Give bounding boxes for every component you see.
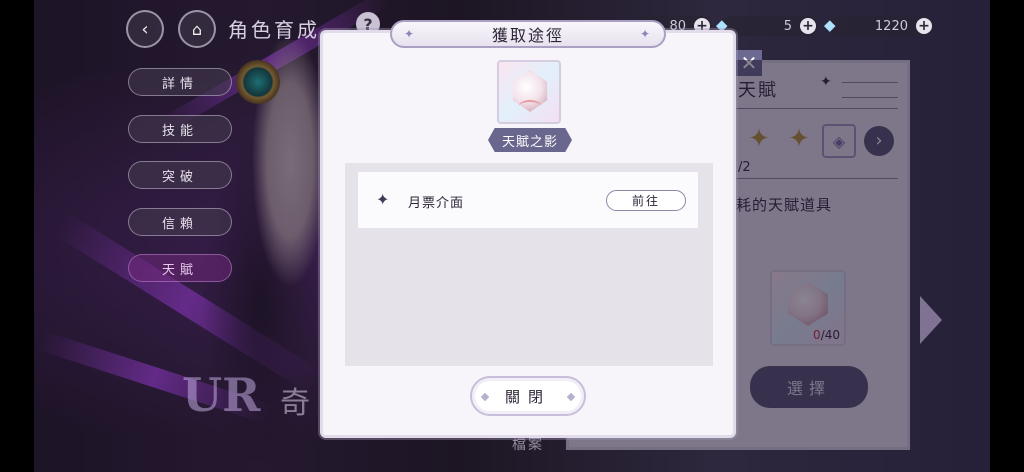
- ribbon-icon: [519, 100, 541, 112]
- diamond-ornament-icon: [480, 392, 490, 402]
- page-title: 角色育成: [228, 18, 320, 42]
- screen-edge: [0, 0, 34, 472]
- right-arrow-icon[interactable]: [920, 296, 942, 344]
- diamond-icon: ◆: [824, 16, 836, 34]
- rarity-badge: UR: [182, 368, 261, 422]
- source-label: 月票介面: [408, 196, 465, 211]
- screen-edge: [990, 0, 1024, 472]
- go-button[interactable]: 前往: [606, 190, 686, 211]
- add-crystal-button[interactable]: +: [800, 18, 816, 34]
- tab-skills[interactable]: 技能: [128, 115, 232, 143]
- sparkle-icon: ✦: [404, 27, 417, 41]
- back-arrow-icon: ‹: [141, 18, 149, 40]
- tab-details[interactable]: 詳情: [128, 68, 232, 96]
- diamond-ornament-icon: [566, 392, 576, 402]
- modal-title-bar: ✦ 獲取途徑 ✦: [390, 20, 666, 48]
- diamond-value: 1220: [874, 18, 908, 34]
- close-button[interactable]: 關閉: [470, 376, 586, 416]
- tab-breakthrough[interactable]: 突破: [128, 161, 232, 189]
- resource-crystal: ◆ 5 +: [716, 16, 818, 36]
- item-name-label: 天賦之影: [488, 128, 572, 152]
- character-name: 奇: [280, 386, 310, 421]
- modal-item-icon: [497, 60, 561, 124]
- close-button-label: 關閉: [504, 387, 551, 406]
- crystal-value: 5: [783, 18, 792, 34]
- modal-title: 獲取途徑: [491, 26, 564, 45]
- star-bullet-icon: ✦: [376, 190, 390, 209]
- back-button[interactable]: ‹: [126, 10, 164, 48]
- sparkle-icon: ✦: [639, 27, 652, 41]
- add-diamond-button[interactable]: +: [916, 18, 932, 34]
- resource-diamond: ◆ 1220 +: [824, 16, 934, 36]
- home-icon: ⌂: [191, 19, 203, 39]
- tab-talent[interactable]: 天賦: [128, 254, 232, 282]
- home-button[interactable]: ⌂: [178, 10, 216, 48]
- tab-trust[interactable]: 信賴: [128, 208, 232, 236]
